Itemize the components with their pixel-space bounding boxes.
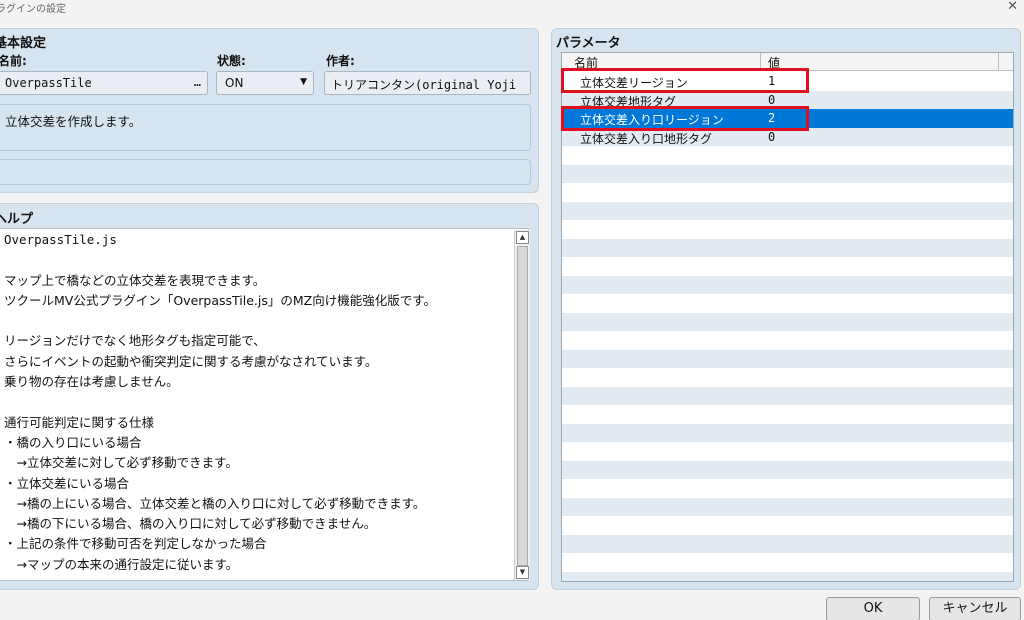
empty-row [562,238,1013,257]
state-select[interactable]: ON ▼ [216,71,314,95]
empty-row [562,349,1013,368]
highlight-box-entrance-region [561,106,809,131]
highlight-box-region [561,68,809,93]
close-icon[interactable]: ✕ [1007,0,1018,14]
help-line: →橋の上にいる場合、立体交差と橋の入り口に対して必ず移動できます。 [4,495,426,511]
param-value: 0 [768,129,776,144]
help-line: ・上記の条件で移動可否を判定しなかった場合 [4,536,267,552]
basic-settings-title: 基本設定 [0,36,47,51]
scroll-thumb[interactable] [517,246,528,566]
help-line: ツクールMV公式プラグイン「OverpassTile.js」のMZ向け機能強化版… [4,292,436,308]
empty-row [562,275,1013,294]
help-line: →マップの本来の通行設定に従います。 [4,556,239,572]
empty-row [562,479,1013,498]
param-name: 立体交差入り口地形タグ [580,131,713,146]
help-line: リージョンだけでなく地形タグも指定可能で、 [4,333,266,349]
empty-row [562,183,1013,202]
help-line: OverpassTile.js [4,232,117,247]
help-line: さらにイベントの起動や衝突判定に関する考慮がなされています。 [4,353,378,369]
description-field[interactable]: 立体交差を作成します。 [0,104,531,151]
parameters-table: 名前 値 立体交差リージョン 1 立体交差地形タグ 0 立体交差入り口リージョン 2 立体交… [561,52,1014,582]
window-title: プラグインの設定 [0,4,66,15]
help-line: 通行可能判定に関する仕様 [4,414,155,430]
state-value: ON [225,76,244,90]
empty-row [562,294,1013,313]
extra-field[interactable] [0,159,531,185]
title-bar: プラグインの設定 ✕ [0,0,1024,18]
help-line [4,392,514,412]
name-value: OverpassTile [5,76,92,90]
description-text: 立体交差を作成します。 [5,114,142,129]
empty-row [562,405,1013,424]
empty-row [562,220,1013,239]
help-text: OverpassTile.js マップ上で橋などの立体交差を表現できます。ツクール… [4,230,514,580]
name-browse-icon[interactable]: … [194,75,201,89]
help-line: ・橋の入り口にいる場合 [4,434,142,450]
empty-row [562,497,1013,516]
chevron-down-icon: ▼ [300,77,307,87]
param-value: 0 [768,92,776,107]
state-label: 状態: [217,54,246,68]
empty-row [562,534,1013,553]
parameters-title: パラメータ [556,36,621,51]
empty-row [562,423,1013,442]
empty-row [562,257,1013,276]
scroll-down-icon[interactable]: ▼ [516,566,529,579]
ok-button[interactable]: OK [826,597,920,620]
author-field[interactable]: トリアコンタン(original Yoji [324,71,531,95]
empty-row [562,312,1013,331]
empty-row [562,146,1013,165]
name-field[interactable]: OverpassTile … [0,71,208,95]
help-line: →立体交差に対して必ず移動できます。 [4,455,238,471]
help-line [4,250,514,270]
author-value: トリアコンタン(original Yoji [331,78,517,92]
empty-row [562,201,1013,220]
help-line: マップ上で橋などの立体交差を表現できます。 [4,272,266,288]
empty-row [562,386,1013,405]
help-line: 乗り物の存在は考慮しません。 [4,374,179,390]
empty-row [562,460,1013,479]
empty-row [562,516,1013,535]
name-label: 名前: [0,54,27,68]
empty-row [562,164,1013,183]
empty-row [562,368,1013,387]
empty-row [562,571,1013,581]
author-label: 作者: [326,54,355,68]
help-scrollbar[interactable]: ▲ ▼ [514,230,530,580]
help-title: ヘルプ [0,212,34,227]
empty-row [562,553,1013,572]
help-line [4,311,514,331]
empty-row [562,442,1013,461]
cancel-button[interactable]: キャンセル [929,597,1021,620]
empty-row [562,331,1013,350]
help-line: →橋の下にいる場合、橋の入り口に対して必ず移動できません。 [4,516,377,532]
help-line: ・立体交差にいる場合 [4,475,130,491]
scroll-up-icon[interactable]: ▲ [516,231,529,244]
